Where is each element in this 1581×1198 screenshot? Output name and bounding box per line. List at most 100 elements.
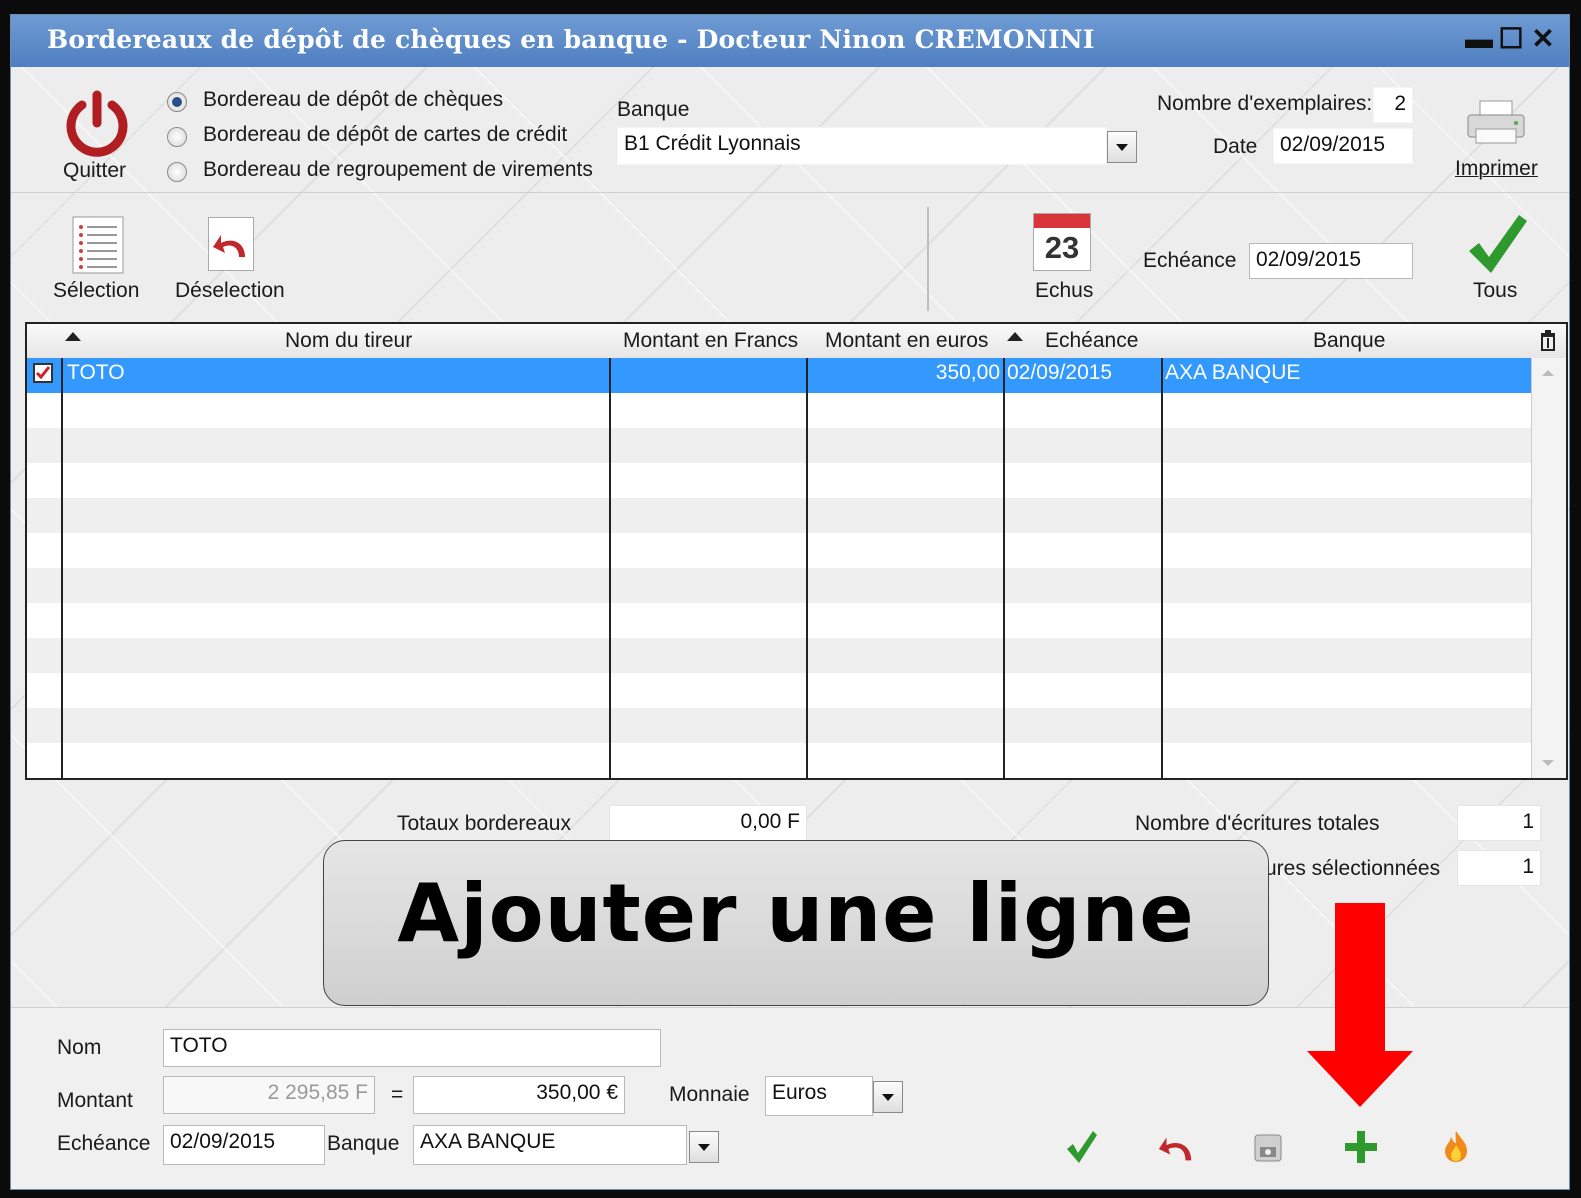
quit-button[interactable]: Quitter: [57, 89, 137, 189]
red-arrow-icon: [1307, 903, 1413, 1107]
close-button[interactable]: ✕: [1529, 25, 1557, 53]
checkmark-icon: [1469, 215, 1527, 273]
copies-input[interactable]: 2: [1373, 87, 1413, 123]
col-header-euros[interactable]: Montant en euros: [825, 329, 988, 353]
radio-cartes-label[interactable]: Bordereau de dépôt de cartes de crédit: [203, 123, 567, 147]
cell-nom: TOTO: [67, 361, 125, 384]
add-line-icon[interactable]: [1343, 1129, 1379, 1165]
banque-dropdown-button[interactable]: [689, 1131, 719, 1163]
cancel-edit-icon[interactable]: [1157, 1133, 1195, 1163]
toolbar-separator: [927, 207, 929, 311]
echeance-filter-input[interactable]: 02/09/2015: [1249, 243, 1413, 279]
table-row-empty: [27, 498, 1532, 533]
montant-label: Montant: [57, 1089, 133, 1112]
col-divider: [609, 358, 611, 778]
print-button[interactable]: Imprimer: [1451, 95, 1541, 195]
table-row-empty: [27, 568, 1532, 603]
table-row-empty: [27, 638, 1532, 673]
sort-echeance-icon[interactable]: [1007, 332, 1023, 341]
scroll-down-icon[interactable]: [1542, 760, 1554, 766]
nb-sel-value: 1: [1457, 850, 1541, 886]
table-row-empty: [27, 708, 1532, 743]
date-input[interactable]: 02/09/2015: [1273, 128, 1413, 164]
window-title: Bordereaux de dépôt de chèques en banque…: [47, 25, 1095, 54]
echeance-label: Echéance: [57, 1132, 151, 1155]
tutorial-callout-text: Ajouter une ligne: [397, 867, 1195, 960]
bank-label: Banque: [617, 98, 690, 121]
scroll-up-icon[interactable]: [1542, 370, 1554, 376]
montant-euros-input[interactable]: 350,00 €: [413, 1076, 625, 1114]
banque-label: Banque: [327, 1132, 400, 1155]
radio-virements-label[interactable]: Bordereau de regroupement de virements: [203, 158, 593, 182]
power-icon: [66, 90, 128, 157]
selection-button[interactable]: Sélection: [51, 211, 151, 311]
echus-label: Echus: [1035, 279, 1094, 302]
col-header-nom[interactable]: Nom du tireur: [285, 329, 412, 353]
col-divider: [806, 358, 808, 778]
col-header-echeance[interactable]: Echéance: [1045, 329, 1138, 353]
cell-banque: AXA BANQUE: [1165, 361, 1301, 384]
title-bar: Bordereaux de dépôt de chèques en banque…: [11, 15, 1569, 67]
bank-dropdown-button[interactable]: [1107, 131, 1137, 163]
window-controls: ▬ ☐ ✕: [1465, 25, 1557, 53]
radio-cheques[interactable]: [167, 92, 187, 112]
totaux-label: Totaux bordereaux: [397, 812, 571, 835]
nb-total-value: 1: [1457, 805, 1541, 841]
bank-select[interactable]: B1 Crédit Lyonnais: [617, 127, 1107, 165]
row-checkbox[interactable]: [33, 363, 53, 383]
radio-cartes[interactable]: [167, 127, 187, 147]
undo-icon: [213, 235, 245, 257]
print-label: Imprimer: [1455, 157, 1538, 180]
disk-icon[interactable]: [1253, 1133, 1283, 1163]
calendar-icon: 23: [1033, 213, 1091, 271]
banque-select[interactable]: AXA BANQUE: [413, 1125, 687, 1165]
col-header-banque[interactable]: Banque: [1313, 329, 1385, 353]
top-separator: [11, 192, 1569, 193]
deselection-button[interactable]: Déselection: [173, 211, 293, 311]
date-label: Date: [1213, 135, 1258, 158]
cheques-table: Nom du tireur Montant en Francs Montant …: [25, 322, 1568, 780]
tous-label: Tous: [1473, 279, 1518, 302]
col-divider: [61, 358, 63, 778]
montant-francs-input: 2 295,85 F: [163, 1076, 375, 1114]
table-row[interactable]: TOTO 350,00 02/09/2015 AXA BANQUE: [27, 358, 1532, 393]
nb-total-label: Nombre d'écritures totales: [1135, 812, 1380, 835]
quit-label: Quitter: [63, 159, 127, 182]
nom-label: Nom: [57, 1036, 102, 1059]
col-header-francs[interactable]: Montant en Francs: [623, 329, 798, 353]
equals-sign: =: [391, 1083, 404, 1106]
main-window: Bordereaux de dépôt de chèques en banque…: [10, 14, 1570, 1190]
table-row-empty: [27, 428, 1532, 463]
sort-asc-icon[interactable]: [65, 332, 81, 341]
radio-cheques-label[interactable]: Bordereau de dépôt de chèques: [203, 88, 503, 112]
calendar-day: 23: [1044, 230, 1080, 265]
echeance-input[interactable]: 02/09/2015: [163, 1125, 325, 1165]
maximize-button[interactable]: ☐: [1497, 25, 1525, 53]
validate-icon[interactable]: [1065, 1129, 1099, 1165]
echus-button[interactable]: 23 Echus: [1021, 211, 1101, 311]
monnaie-dropdown-button[interactable]: [873, 1081, 903, 1113]
cell-echeance: 02/09/2015: [1007, 361, 1113, 384]
fire-icon[interactable]: [1441, 1129, 1471, 1163]
monnaie-label: Monnaie: [669, 1083, 750, 1106]
trash-icon[interactable]: [1539, 329, 1557, 351]
nom-input[interactable]: TOTO: [163, 1029, 661, 1067]
deselection-label: Déselection: [175, 279, 285, 302]
totaux-value: 0,00 F: [609, 805, 807, 841]
selection-label: Sélection: [53, 279, 140, 302]
tous-button[interactable]: Tous: [1457, 211, 1537, 311]
table-scrollbar[interactable]: [1531, 358, 1566, 778]
radio-virements[interactable]: [167, 162, 187, 182]
echeance-filter-label: Echéance: [1143, 249, 1237, 272]
minimize-button[interactable]: ▬: [1465, 25, 1493, 53]
tutorial-callout: Ajouter une ligne: [323, 840, 1269, 1006]
nb-sel-label: ures sélectionnées: [1265, 857, 1441, 880]
col-divider: [1161, 358, 1163, 778]
monnaie-select[interactable]: Euros: [765, 1076, 873, 1116]
check-mark-icon: [35, 366, 51, 380]
list-icon: [72, 216, 124, 274]
printer-icon: [1467, 100, 1525, 144]
copies-label: Nombre d'exemplaires:: [1157, 92, 1373, 115]
table-header: Nom du tireur Montant en Francs Montant …: [27, 324, 1566, 359]
col-divider: [1003, 358, 1005, 778]
